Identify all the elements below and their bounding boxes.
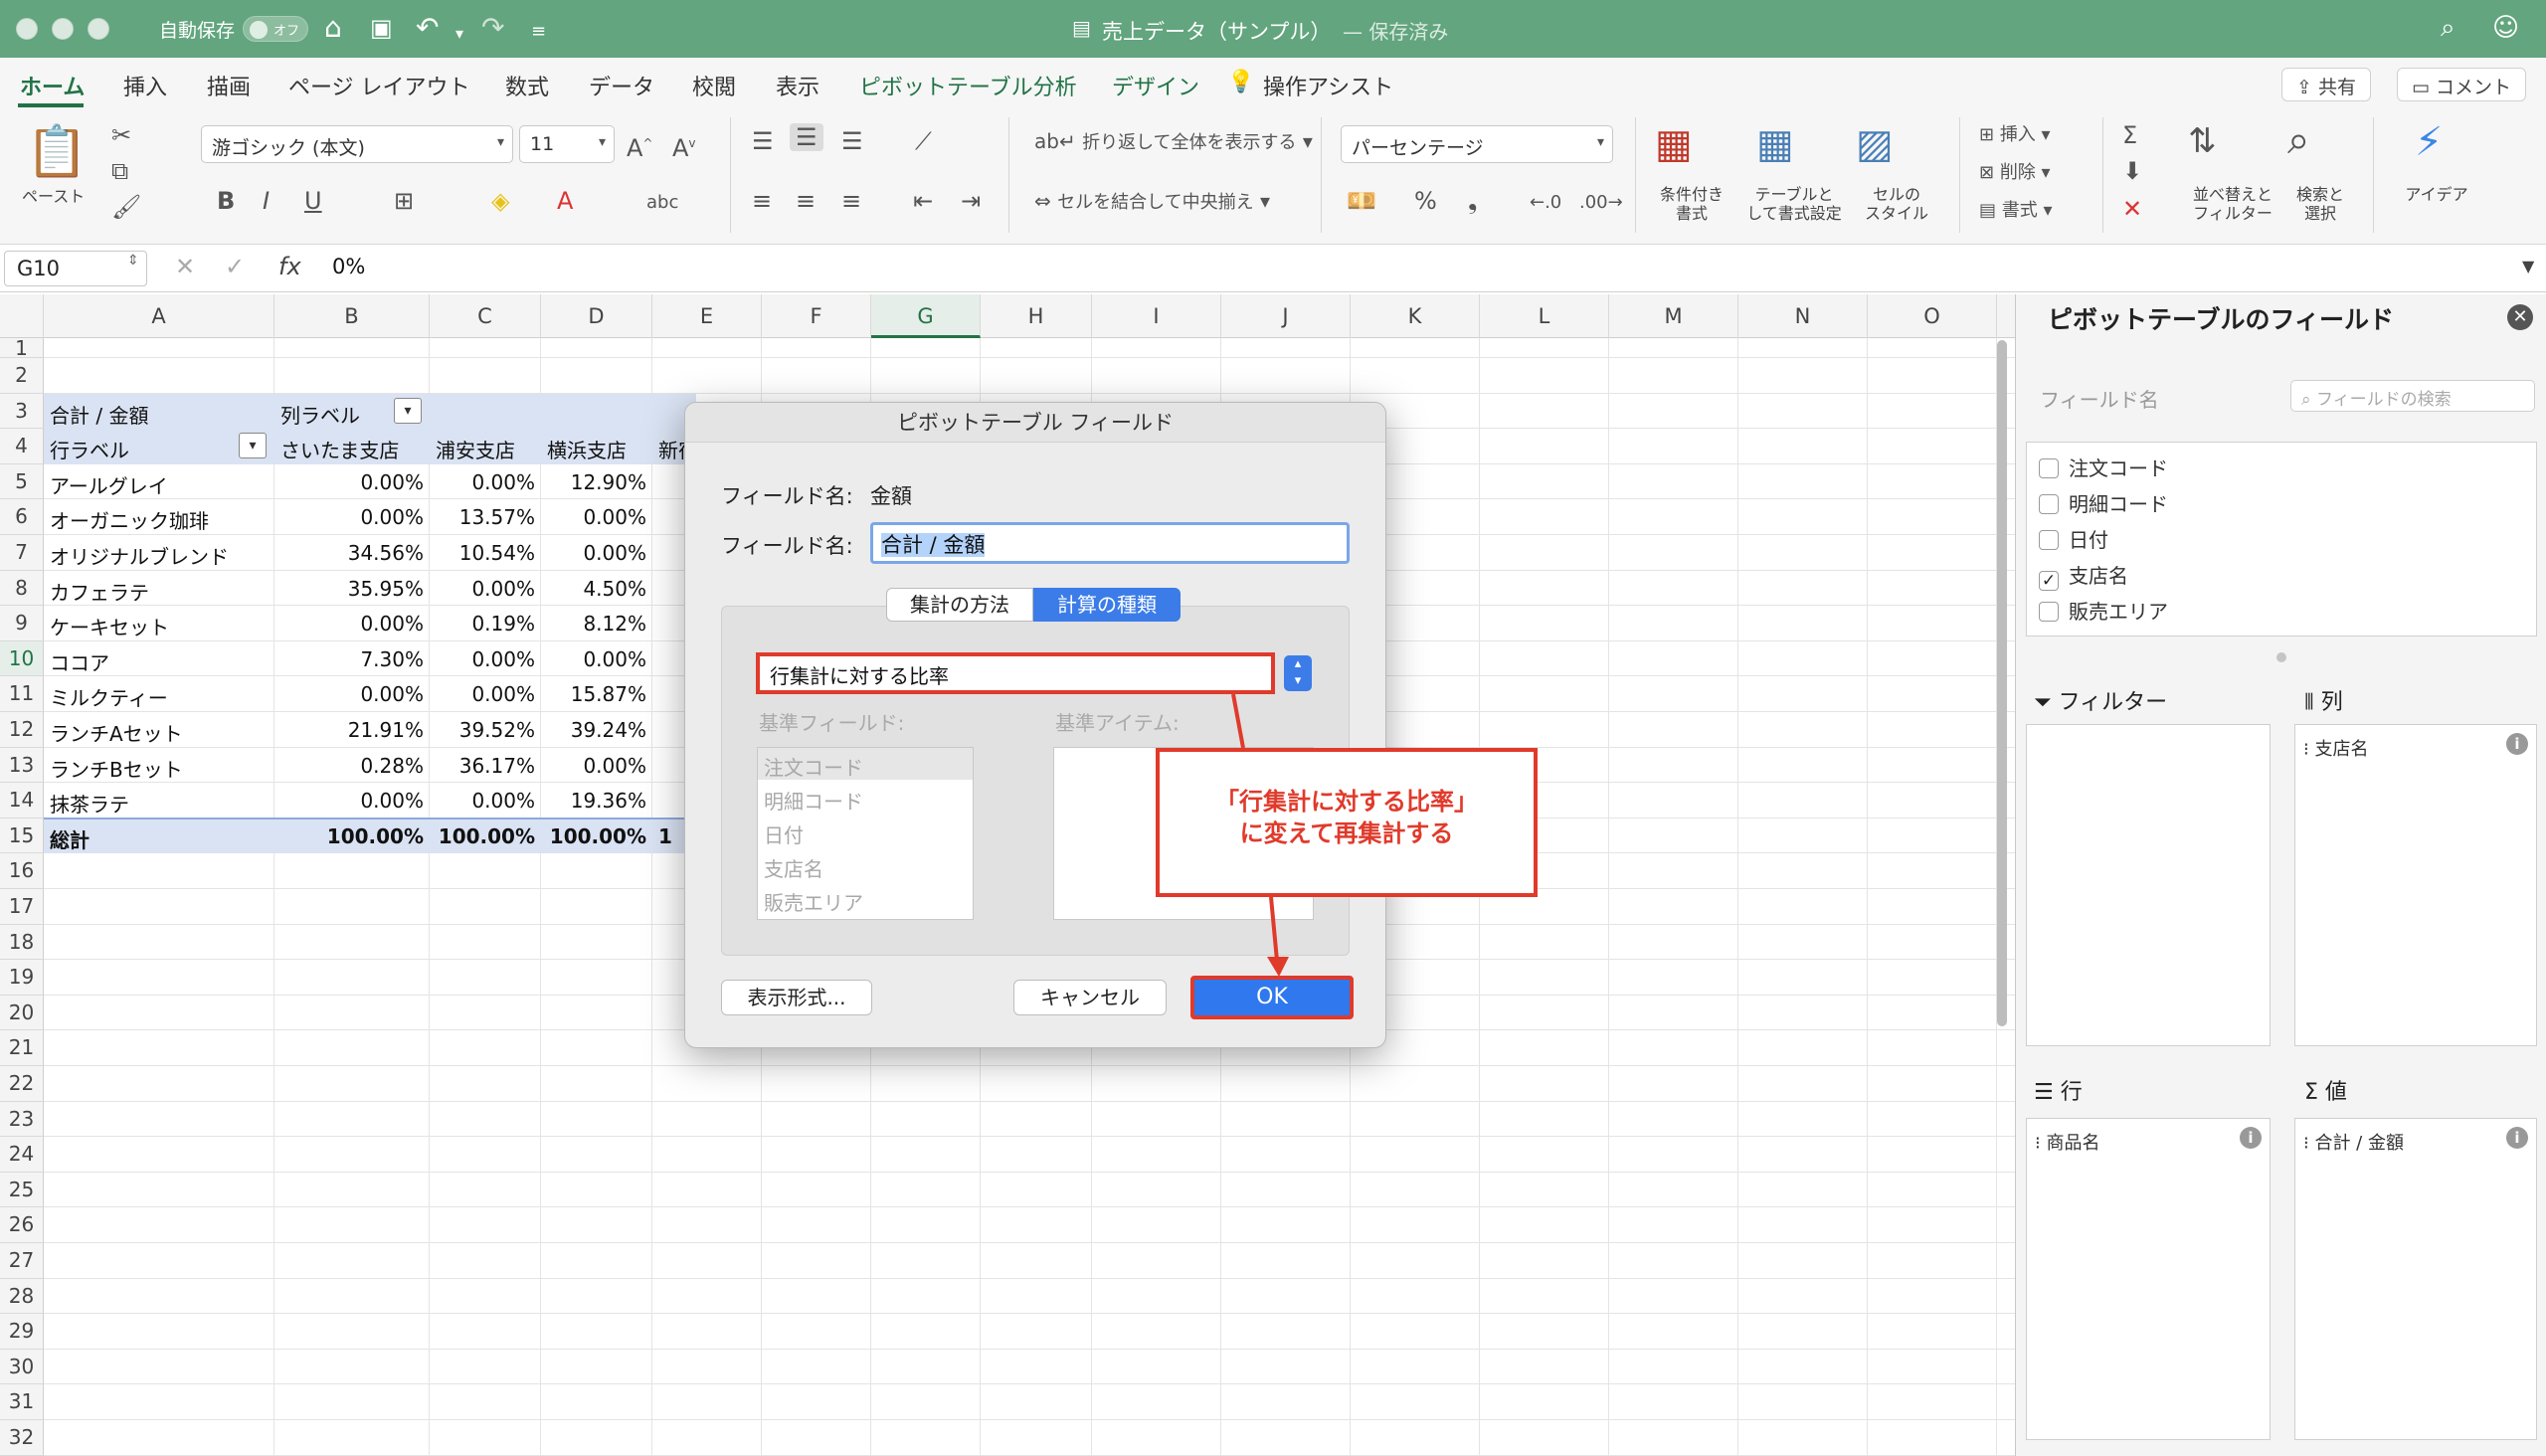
annotation-arrows bbox=[1231, 693, 1289, 977]
callout-arrow-head bbox=[1267, 957, 1289, 977]
callout-arrow-line bbox=[1269, 896, 1279, 962]
annotation-callout: 「行集計に対する比率」 に変えて再集計する bbox=[1156, 748, 1538, 897]
callout-connector bbox=[1231, 693, 1245, 749]
